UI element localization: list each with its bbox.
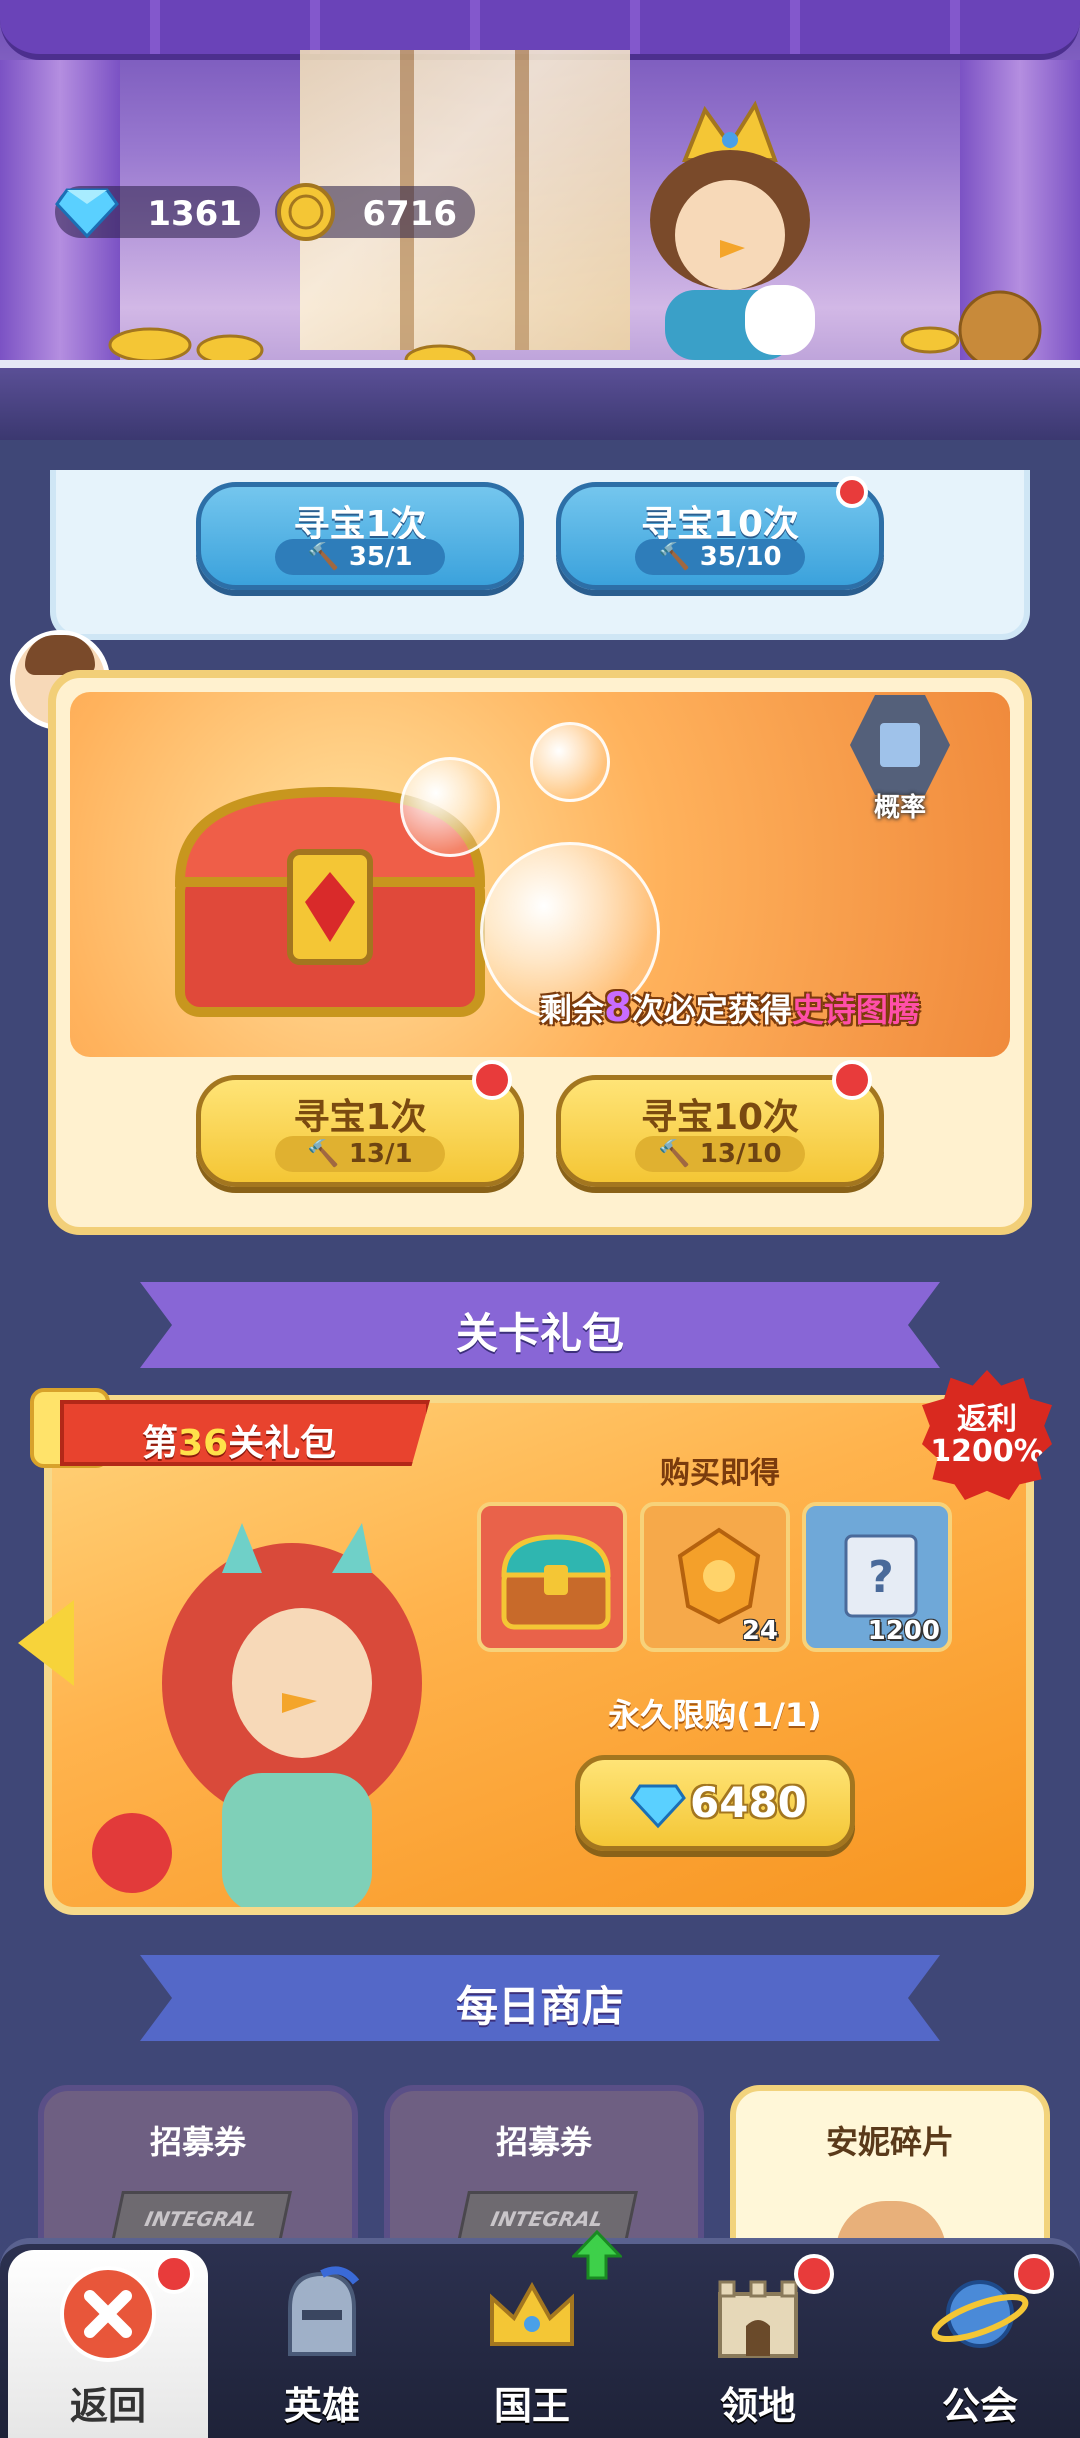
reward-item-chest[interactable] bbox=[477, 1502, 627, 1652]
probability-label: 概率 bbox=[873, 793, 926, 823]
nav-territory[interactable]: 领地 bbox=[658, 2250, 858, 2438]
list-icon bbox=[850, 695, 950, 795]
reward-item-scroll[interactable]: ? 1200 bbox=[802, 1502, 952, 1652]
treasure-1x-button[interactable]: 寻宝1次 🔨 13/1 bbox=[196, 1075, 524, 1187]
diamond-amount: 1361 bbox=[147, 194, 242, 234]
tiger-totem-icon bbox=[530, 722, 610, 802]
blue-treasure-10x-button[interactable]: 寻宝10次 🔨 35/10 bbox=[556, 482, 884, 590]
notification-dot bbox=[1014, 2254, 1054, 2294]
level-pack-card bbox=[44, 1395, 1034, 1915]
question-scroll-icon: ? bbox=[844, 1534, 918, 1618]
blue-treasure-1x-button[interactable]: 寻宝1次 🔨 35/1 bbox=[196, 482, 524, 590]
key-icon: 🔨 bbox=[658, 542, 691, 572]
coin-amount: 6716 bbox=[362, 194, 457, 234]
crown-icon bbox=[490, 2281, 574, 2346]
svg-text:?: ? bbox=[868, 1552, 894, 1603]
diamond-icon bbox=[55, 188, 119, 239]
reward-item-gem[interactable]: 24 bbox=[640, 1502, 790, 1652]
daily-shop-header: 每日商店 bbox=[140, 1955, 940, 2041]
key-icon: 🔨 bbox=[307, 542, 340, 572]
upgrade-arrow-icon bbox=[572, 2230, 622, 2280]
nav-king[interactable]: 国王 bbox=[432, 2230, 632, 2438]
buy-pack-button[interactable]: 6480 bbox=[575, 1755, 855, 1851]
coin-counter: 6716 bbox=[275, 183, 475, 241]
button-label: 寻宝1次 bbox=[293, 1097, 427, 1138]
notification-dot bbox=[154, 2254, 194, 2294]
purchase-limit: 永久限购(1/1) bbox=[608, 1696, 822, 1734]
banner-floor bbox=[0, 360, 1080, 440]
key-icon: 🔨 bbox=[658, 1139, 691, 1169]
button-cost: 🔨 35/1 bbox=[275, 539, 445, 575]
treasure-chest-icon bbox=[501, 1534, 611, 1630]
section-title: 每日商店 bbox=[455, 1982, 624, 2031]
notification-dot bbox=[832, 1060, 872, 1100]
diamond-counter: 1361 bbox=[55, 186, 260, 239]
nav-back[interactable]: 返回 bbox=[8, 2250, 208, 2438]
button-cost: 🔨 35/10 bbox=[635, 539, 805, 575]
rebate-badge: 返利 1200% bbox=[922, 1370, 1052, 1500]
probability-button[interactable]: 概率 bbox=[850, 695, 950, 823]
top-banner: 1361 6716 bbox=[0, 0, 1080, 440]
coin-icon bbox=[277, 183, 335, 241]
notification-dot bbox=[836, 476, 868, 508]
buy-get-label: 购买即得 bbox=[660, 1456, 780, 1491]
fox-totem-icon bbox=[400, 757, 500, 857]
section-title: 关卡礼包 bbox=[455, 1309, 624, 1358]
nav-heroes[interactable]: 英雄 bbox=[222, 2250, 422, 2438]
button-label: 寻宝10次 bbox=[640, 1097, 800, 1138]
notification-dot bbox=[794, 2254, 834, 2294]
price-amount: 6480 bbox=[690, 1778, 807, 1827]
key-icon: 🔨 bbox=[307, 1139, 340, 1169]
helmet-icon bbox=[288, 2266, 360, 2356]
button-cost: 🔨 13/10 bbox=[635, 1136, 805, 1172]
diamond-icon bbox=[630, 1784, 686, 1829]
castle-icon bbox=[718, 2280, 798, 2358]
treasure-10x-button[interactable]: 寻宝10次 🔨 13/10 bbox=[556, 1075, 884, 1187]
mermaid-character bbox=[92, 1523, 422, 1907]
level-pack-tag: 第36关礼包 bbox=[60, 1400, 430, 1466]
nav-guild[interactable]: 公会 bbox=[880, 2250, 1080, 2438]
orange-gem-icon bbox=[677, 1527, 761, 1625]
close-icon bbox=[60, 2266, 156, 2362]
pity-counter-text: 剩余8次必定获得史诗图腾 bbox=[540, 985, 920, 1031]
level-pack-header: 关卡礼包 bbox=[140, 1282, 940, 1368]
button-cost: 🔨 13/1 bbox=[275, 1136, 445, 1172]
notification-dot bbox=[472, 1060, 512, 1100]
